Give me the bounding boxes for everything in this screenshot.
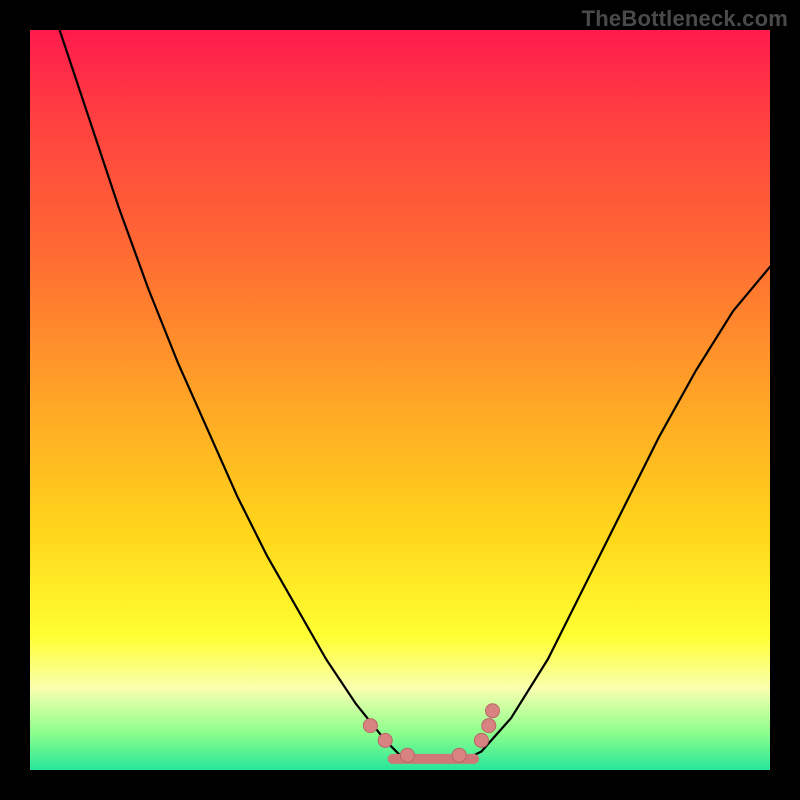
bottom-marker-dot (474, 733, 488, 747)
chart-svg-layer (30, 30, 770, 770)
bottom-marker-dot (482, 719, 496, 733)
watermark-text: TheBottleneck.com (582, 6, 788, 32)
bottom-marker-dot (452, 748, 466, 762)
bottom-marker-dot (363, 719, 377, 733)
curve-left-branch (60, 30, 400, 755)
bottom-marker-dot (486, 704, 500, 718)
bottom-marker-dot (378, 733, 392, 747)
curve-right-branch (481, 267, 770, 752)
bottom-marker-dot (400, 748, 414, 762)
